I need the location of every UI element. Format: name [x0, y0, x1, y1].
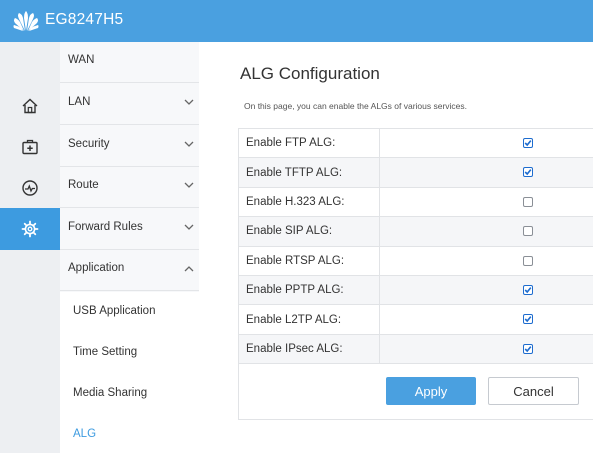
medical-kit-icon: [21, 138, 39, 156]
sip-alg-checkbox[interactable]: [523, 226, 533, 236]
check-icon: [524, 139, 532, 147]
chevron-down-icon: [184, 224, 194, 231]
row-label: Enable PPTP ALG:: [239, 275, 380, 304]
submenu-item-usb-application[interactable]: USB Application: [60, 292, 199, 333]
submenu-item-label: Media Sharing: [73, 387, 147, 399]
ipsec-alg-checkbox[interactable]: [523, 344, 533, 354]
gear-icon: [21, 220, 39, 238]
menu-item-security[interactable]: Security: [60, 126, 199, 167]
product-name: EG8247H5: [45, 11, 123, 29]
submenu-item-label: USB Application: [73, 305, 155, 317]
l2tp-alg-checkbox[interactable]: [523, 314, 533, 324]
top-bar: EG8247H5: [0, 0, 593, 42]
cancel-button[interactable]: Cancel: [488, 377, 579, 405]
alg-settings-table: Enable FTP ALG: Enable TFTP ALG: Enable …: [238, 128, 593, 364]
row-label: Enable H.323 ALG:: [239, 187, 380, 216]
h323-alg-checkbox[interactable]: [523, 197, 533, 207]
ftp-alg-checkbox[interactable]: [523, 138, 533, 148]
status-nav-button[interactable]: [0, 167, 60, 209]
table-row: Enable TFTP ALG:: [239, 158, 593, 187]
pptp-alg-checkbox[interactable]: [523, 285, 533, 295]
apply-button[interactable]: Apply: [386, 377, 476, 405]
chevron-up-icon: [184, 265, 194, 272]
menu-item-label: Forward Rules: [68, 221, 143, 233]
home-icon: [21, 97, 39, 115]
menu-item-forward-rules[interactable]: Forward Rules: [60, 209, 199, 250]
advanced-nav-button[interactable]: [0, 208, 60, 250]
page-description: On this page, you can enable the ALGs of…: [244, 101, 467, 111]
check-icon: [524, 168, 532, 176]
submenu-item-time-setting[interactable]: Time Setting: [60, 333, 199, 374]
check-icon: [524, 286, 532, 294]
home-nav-button[interactable]: [0, 85, 60, 127]
icon-sidebar: [0, 42, 60, 453]
chevron-down-icon: [184, 182, 194, 189]
check-icon: [524, 315, 532, 323]
rtsp-alg-checkbox[interactable]: [523, 256, 533, 266]
diagnose-nav-button[interactable]: [0, 126, 60, 168]
table-row: Enable RTSP ALG:: [239, 246, 593, 275]
row-label: Enable RTSP ALG:: [239, 246, 380, 275]
submenu-item-label: Time Setting: [73, 346, 137, 358]
table-row: Enable FTP ALG:: [239, 129, 593, 158]
table-row: Enable PPTP ALG:: [239, 275, 593, 304]
row-label: Enable FTP ALG:: [239, 129, 380, 158]
huawei-logo-icon: [13, 9, 39, 33]
table-row: Enable IPsec ALG:: [239, 334, 593, 363]
menu-item-lan[interactable]: LAN: [60, 84, 199, 125]
submenu-item-label: ALG: [73, 428, 96, 440]
chevron-down-icon: [184, 99, 194, 106]
page-title: ALG Configuration: [240, 64, 380, 84]
row-label: Enable L2TP ALG:: [239, 305, 380, 334]
gauge-icon: [21, 179, 39, 197]
check-icon: [524, 345, 532, 353]
row-label: Enable SIP ALG:: [239, 217, 380, 246]
side-menu: WAN LAN Security Route Forward Rules App…: [60, 42, 199, 453]
row-label: Enable IPsec ALG:: [239, 334, 380, 363]
menu-item-label: LAN: [68, 96, 90, 108]
submenu-item-media-sharing[interactable]: Media Sharing: [60, 374, 199, 415]
submenu-item-alg[interactable]: ALG: [60, 415, 199, 456]
chevron-down-icon: [184, 141, 194, 148]
menu-item-label: Route: [68, 179, 99, 191]
menu-item-label: Security: [68, 138, 110, 150]
menu-item-label: WAN: [68, 54, 94, 66]
menu-item-wan[interactable]: WAN: [60, 42, 199, 83]
menu-item-label: Application: [68, 262, 124, 274]
menu-item-application[interactable]: Application: [60, 250, 199, 291]
table-row: Enable SIP ALG:: [239, 217, 593, 246]
table-row: Enable L2TP ALG:: [239, 305, 593, 334]
table-row: Enable H.323 ALG:: [239, 187, 593, 216]
menu-item-route[interactable]: Route: [60, 167, 199, 208]
row-label: Enable TFTP ALG:: [239, 158, 380, 187]
tftp-alg-checkbox[interactable]: [523, 167, 533, 177]
